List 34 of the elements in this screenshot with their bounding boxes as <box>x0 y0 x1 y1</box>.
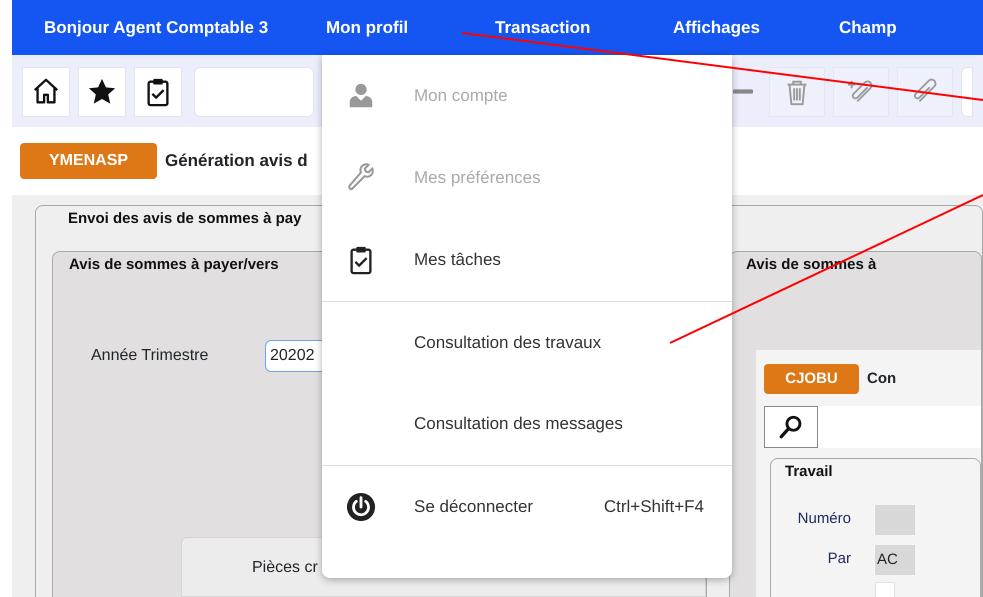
checkbox[interactable] <box>875 582 895 597</box>
toolbar-button[interactable] <box>78 67 126 117</box>
fieldset-legend: Avis de sommes à payer/vers <box>53 252 295 278</box>
greeting-text: Bonjour Agent Comptable 3 <box>43 16 270 39</box>
wrench-icon <box>346 163 376 193</box>
screen-code-button[interactable]: CJOBU <box>764 364 859 394</box>
section-text: Pièces cr <box>252 559 318 576</box>
toolbar-button[interactable] <box>22 67 70 117</box>
minus-icon <box>733 88 753 94</box>
field-label: Par <box>826 549 851 570</box>
power-icon <box>346 492 376 522</box>
field-label: Année Trimestre <box>91 346 210 366</box>
field-label: Numéro <box>796 509 851 530</box>
text-field[interactable] <box>875 504 915 534</box>
menu-link[interactable]: Champ <box>839 14 897 40</box>
menu-item[interactable]: Se déconnecter Ctrl+Shift+F4 <box>322 465 732 547</box>
menu-item[interactable]: Consultation des travaux <box>322 301 732 383</box>
search-button[interactable] <box>764 406 818 448</box>
screen-code-button[interactable]: YMENASP <box>20 143 157 179</box>
menu-item[interactable]: Mes tâches <box>322 219 732 301</box>
toolbar-button[interactable] <box>134 67 182 117</box>
menu-link[interactable]: Affichages <box>673 14 839 40</box>
toolbar-field[interactable] <box>961 67 973 117</box>
text-field[interactable]: AC <box>875 544 915 574</box>
shortcut-text: Ctrl+Shift+F4 <box>604 496 705 518</box>
menu-link[interactable]: Transaction <box>495 14 673 40</box>
fieldset-legend: Envoi des avis de sommes à pay <box>52 206 318 232</box>
screen-title: Con <box>867 368 896 389</box>
search-icon <box>778 414 804 440</box>
menu-link[interactable]: Mon profil <box>326 14 495 40</box>
toolbar-field[interactable] <box>194 67 314 117</box>
screen-title: Génération avis d <box>165 150 308 172</box>
menu-item[interactable]: Consultation des messages <box>322 383 732 465</box>
fieldset-legend: Travail <box>785 459 849 486</box>
